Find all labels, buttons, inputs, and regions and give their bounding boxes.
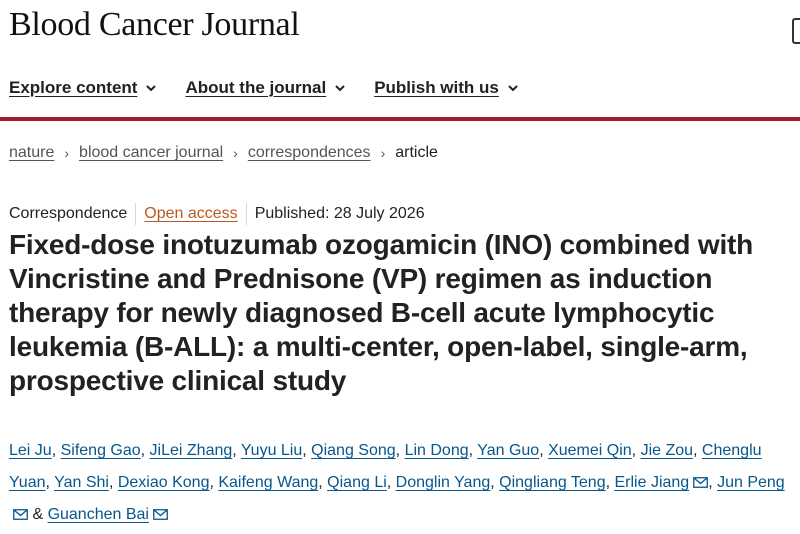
- author-separator: ,: [318, 474, 328, 491]
- journal-logo[interactable]: Blood Cancer Journal: [9, 6, 300, 44]
- author-link[interactable]: Lin Dong: [405, 442, 469, 459]
- mail-icon[interactable]: [693, 477, 709, 488]
- nav-publish-with-us[interactable]: Publish with us: [374, 78, 519, 98]
- article-title: Fixed-dose inotuzumab ozogamicin (INO) c…: [9, 229, 754, 396]
- author-link[interactable]: Yuyu Liu: [241, 442, 302, 459]
- mail-icon[interactable]: [13, 509, 28, 520]
- author-separator: ,: [631, 442, 641, 459]
- published-date: Published: 28 July 2026: [254, 205, 425, 222]
- author-link[interactable]: Kaifeng Wang: [218, 474, 318, 491]
- nav-item-label: Publish with us: [374, 78, 499, 97]
- author-separator: ,: [708, 474, 718, 491]
- author-link[interactable]: Xuemei Qin: [548, 442, 632, 459]
- chevron-down-icon: [508, 85, 518, 92]
- author-final-joiner: &: [28, 506, 48, 523]
- author-separator: ,: [468, 442, 478, 459]
- header-divider: [0, 117, 800, 121]
- author-link[interactable]: Donglin Yang: [396, 474, 491, 491]
- breadcrumb-current: article: [395, 144, 438, 161]
- author-separator: ,: [140, 442, 150, 459]
- meta-divider: [245, 203, 247, 225]
- meta-divider: [135, 203, 137, 225]
- author-link[interactable]: Guanchen Bai: [48, 506, 168, 523]
- main-nav: Explore content About the journal Publis…: [9, 78, 519, 98]
- author-link[interactable]: Erlie Jiang: [614, 474, 709, 491]
- author-link[interactable]: JiLei Zhang: [150, 442, 233, 459]
- author-separator: ,: [539, 442, 549, 459]
- breadcrumb-separator: ›: [233, 145, 238, 161]
- author-link[interactable]: Qiang Li: [327, 474, 387, 491]
- author-link[interactable]: Jie Zou: [641, 442, 693, 459]
- breadcrumb-correspondences[interactable]: correspondences: [248, 144, 371, 162]
- author-separator: ,: [45, 474, 55, 491]
- author-separator: ,: [386, 474, 396, 491]
- author-link[interactable]: Lei Ju: [9, 442, 52, 459]
- author-link[interactable]: Dexiao Kong: [118, 474, 210, 491]
- author-link[interactable]: Sifeng Gao: [61, 442, 141, 459]
- author-separator: ,: [490, 474, 500, 491]
- nav-item-label: Explore content: [9, 78, 138, 97]
- breadcrumb-separator: ›: [380, 145, 386, 161]
- breadcrumb: nature › blood cancer journal › correspo…: [9, 144, 438, 162]
- author-link[interactable]: Yan Shi: [54, 474, 109, 491]
- author-link[interactable]: Yan Guo: [477, 442, 539, 459]
- author-separator: ,: [693, 442, 702, 459]
- author-list: Lei Ju, Sifeng Gao, JiLei Zhang, Yuyu Li…: [9, 435, 800, 531]
- author-separator: ,: [108, 474, 118, 491]
- breadcrumb-blood-cancer-journal[interactable]: blood cancer journal: [79, 144, 223, 162]
- author-link[interactable]: Qingliang Teng: [499, 474, 605, 491]
- window-edge-icon: [792, 18, 800, 44]
- breadcrumb-nature[interactable]: nature: [9, 144, 54, 162]
- nav-about-the-journal[interactable]: About the journal: [185, 78, 346, 98]
- open-access-link[interactable]: Open access: [144, 205, 237, 223]
- nav-explore-content[interactable]: Explore content: [9, 78, 157, 98]
- journal-name: Blood Cancer Journal: [9, 6, 300, 43]
- mail-icon[interactable]: [153, 509, 168, 520]
- author-separator: ,: [51, 442, 61, 459]
- article-type: Correspondence: [9, 205, 128, 222]
- article-meta: Correspondence Open access Published: 28…: [9, 203, 425, 225]
- chevron-down-icon: [335, 85, 345, 92]
- author-separator: ,: [302, 442, 312, 459]
- chevron-down-icon: [146, 85, 157, 92]
- author-separator: ,: [395, 442, 405, 459]
- nav-item-label: About the journal: [185, 78, 327, 97]
- breadcrumb-separator: ›: [64, 145, 70, 161]
- author-link[interactable]: Qiang Song: [311, 442, 396, 459]
- author-separator: ,: [232, 442, 241, 459]
